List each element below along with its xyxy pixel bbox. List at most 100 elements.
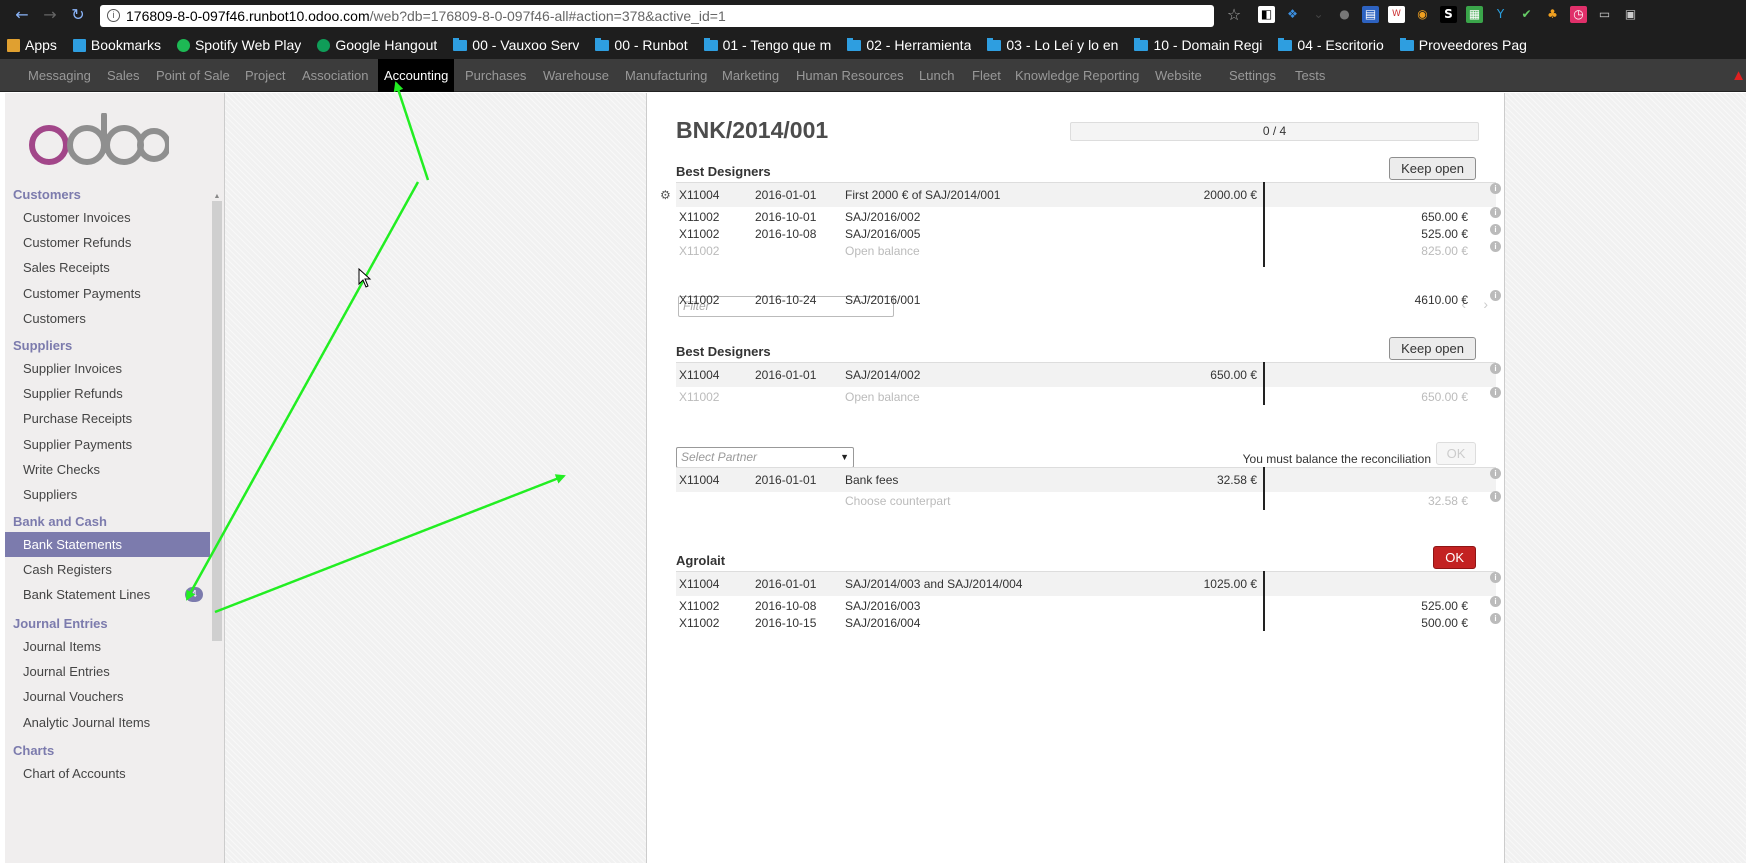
partner-select[interactable]: Select Partner ▼ (676, 447, 854, 468)
bookmark-star-icon[interactable]: ☆ (1225, 6, 1243, 24)
move-line[interactable]: X11002 2016-10-15 SAJ/2016/004 500.00 € i (676, 613, 1501, 633)
sidebar-item-write-checks[interactable]: Write Checks (5, 457, 210, 482)
sidebar-item-cash-registers[interactable]: Cash Registers (5, 557, 210, 582)
extension-1-icon[interactable]: ◧ (1258, 6, 1275, 23)
extension-9-icon[interactable]: ▦ (1466, 6, 1483, 23)
bookmark-item[interactable]: Bookmarks (66, 31, 170, 59)
sidebar-item-label: Customer Payments (23, 285, 141, 301)
bookmark-item[interactable]: 00 - Runbot (588, 31, 696, 59)
bookmark-label: 00 - Runbot (614, 37, 688, 53)
top-menu-lunch[interactable]: Lunch (913, 59, 960, 92)
move-line[interactable]: Choose counterpart 32.58 € i (676, 491, 1501, 511)
top-menu-project[interactable]: Project (239, 59, 291, 92)
sidebar-item-customer-invoices[interactable]: Customer Invoices (5, 205, 210, 230)
sidebar-item-journal-vouchers[interactable]: Journal Vouchers (5, 684, 210, 709)
back-arrow-icon[interactable]: ← (13, 6, 31, 24)
ghostery-icon[interactable]: ● (1336, 6, 1353, 23)
top-menu-purchases[interactable]: Purchases (459, 59, 532, 92)
extension-13-icon[interactable]: ◷ (1570, 6, 1587, 23)
sidebar-item-journal-items[interactable]: Journal Items (5, 634, 210, 659)
statement-line[interactable]: X11004 2016-01-01 SAJ/2014/002 650.00 € i (676, 362, 1501, 387)
top-menu-manufacturing[interactable]: Manufacturing (619, 59, 713, 92)
top-menu-messaging[interactable]: Messaging (22, 59, 97, 92)
sidebar-item-journal-entries[interactable]: Journal Entries (5, 659, 210, 684)
top-menu-sales[interactable]: Sales (101, 59, 146, 92)
address-bar[interactable]: i 176809-8-0-097f46.runbot10.odoo.com/we… (100, 5, 1214, 27)
statement-line[interactable]: X11004 2016-01-01 Bank fees 32.58 € i (676, 467, 1501, 492)
top-menu-knowledge[interactable]: Knowledge (1009, 59, 1085, 92)
sidebar-item-sales-receipts[interactable]: Sales Receipts (5, 255, 210, 280)
rss-icon[interactable]: ◉ (1414, 6, 1431, 23)
sidebar-item-supplier-payments[interactable]: Supplier Payments (5, 432, 210, 457)
extension-6-icon[interactable]: W (1388, 6, 1405, 23)
sidebar-item-purchase-receipts[interactable]: Purchase Receipts (5, 406, 210, 431)
top-menu-fleet[interactable]: Fleet (966, 59, 1007, 92)
forward-arrow-icon[interactable]: → (41, 6, 59, 24)
bookmark-item[interactable]: Proveedores Pag (1393, 31, 1536, 59)
bookmark-item[interactable]: 01 - Tengo que m (697, 31, 841, 59)
move-line[interactable]: X11002 2016-10-24 SAJ/2016/001 4610.00 € i (676, 290, 1501, 310)
partner-name[interactable]: Agrolait (676, 553, 725, 568)
dropbox-icon[interactable]: ❖ (1284, 6, 1301, 23)
bookmark-item[interactable]: Apps (0, 31, 66, 59)
bookmark-item[interactable]: Spotify Web Play (170, 31, 310, 59)
sidebar-item-customer-refunds[interactable]: Customer Refunds (5, 230, 210, 255)
extension-14-icon[interactable]: ▭ (1596, 6, 1613, 23)
extension-12-icon[interactable]: ♣ (1544, 6, 1561, 23)
bookmark-item[interactable]: 02 - Herramienta (840, 31, 980, 59)
bookmark-item[interactable]: 04 - Escritorio (1271, 31, 1392, 59)
progress-text: 0 / 4 (1262, 124, 1287, 138)
gear-icon[interactable]: ⚙ (660, 183, 671, 208)
top-menu-human-resources[interactable]: Human Resources (790, 59, 910, 92)
statement-line[interactable]: X11004 2016-01-01 First 2000 € of SAJ/2014… (660, 182, 1501, 207)
bookmark-item[interactable]: Google Hangout (310, 31, 446, 59)
sidebar-item-customers[interactable]: Customers (5, 306, 210, 331)
sidebar-item-customer-payments[interactable]: Customer Payments (5, 281, 210, 306)
sidebar-item-suppliers[interactable]: Suppliers (5, 482, 210, 507)
top-menu-reporting[interactable]: Reporting (1077, 59, 1145, 92)
sidebar-item-supplier-invoices[interactable]: Supplier Invoices (5, 356, 210, 381)
sidebar-item-analytic-journal-items[interactable]: Analytic Journal Items (5, 710, 210, 735)
partner-name[interactable]: Best Designers (676, 164, 771, 179)
sidebar-item-supplier-refunds[interactable]: Supplier Refunds (5, 381, 210, 406)
move-line[interactable]: X11002 Open balance 825.00 € i (676, 241, 1501, 261)
check-icon[interactable]: ✔ (1518, 6, 1535, 23)
bookmark-item[interactable]: 03 - Lo Leí y lo en (980, 31, 1127, 59)
top-menu-marketing[interactable]: Marketing (716, 59, 785, 92)
reconciliation-progress: 0 / 4 (1070, 122, 1479, 141)
odoo-logo[interactable] (29, 113, 169, 171)
extension-s-icon[interactable]: S (1440, 6, 1457, 23)
sidebar-item-chart-of-accounts[interactable]: Chart of Accounts (5, 761, 210, 786)
move-line[interactable]: X11002 Open balance 650.00 € i (676, 387, 1501, 407)
sidebar-item-bank-statements[interactable]: Bank Statements (5, 532, 210, 557)
top-menu-accounting[interactable]: Accounting (378, 59, 455, 92)
warning-icon[interactable]: ▲ (1731, 67, 1746, 84)
account-code: X11004 (679, 577, 720, 591)
extension-10-icon[interactable]: Y (1492, 6, 1509, 23)
statement-line[interactable]: X11004 2016-01-01 SAJ/2014/003 and SAJ/201… (676, 571, 1501, 596)
site-info-icon[interactable]: i (107, 9, 120, 22)
bookmark-item[interactable]: 00 - Vauxoo Serv (446, 31, 588, 59)
top-menu-warehouse[interactable]: Warehouse (537, 59, 615, 92)
column-separator (1263, 182, 1265, 267)
ok-button-disabled[interactable]: OK (1436, 442, 1476, 465)
partner-name[interactable]: Best Designers (676, 344, 771, 359)
ok-button[interactable]: OK (1433, 546, 1476, 569)
sidebar-item-bank-statement-lines[interactable]: Bank Statement Lines 4 (5, 582, 210, 607)
reload-icon[interactable]: ↻ (69, 6, 87, 24)
bookmark-item[interactable]: 10 - Domain Regi (1127, 31, 1271, 59)
odoo-top-menu: ▲ Messaging Sales Point of Sale Project Asso… (0, 59, 1746, 92)
sidebar-scrollbar[interactable] (212, 201, 222, 641)
top-menu-association[interactable]: Association (296, 59, 374, 92)
keep-open-button[interactable]: Keep open (1389, 157, 1476, 180)
partner-select-placeholder: Select Partner (681, 450, 758, 464)
sidebar-scroll-up-icon[interactable]: ▲ (212, 193, 222, 201)
top-menu-website[interactable]: Website (1149, 59, 1208, 92)
top-menu-settings[interactable]: Settings (1223, 59, 1282, 92)
keep-open-button[interactable]: Keep open (1389, 337, 1476, 360)
top-menu-tests[interactable]: Tests (1289, 59, 1331, 92)
extension-5-icon[interactable]: ▤ (1362, 6, 1379, 23)
top-menu-point-of-sale[interactable]: Point of Sale (150, 59, 236, 92)
extension-15-icon[interactable]: ▣ (1622, 6, 1639, 23)
pocket-icon[interactable]: ⌄ (1310, 6, 1327, 23)
